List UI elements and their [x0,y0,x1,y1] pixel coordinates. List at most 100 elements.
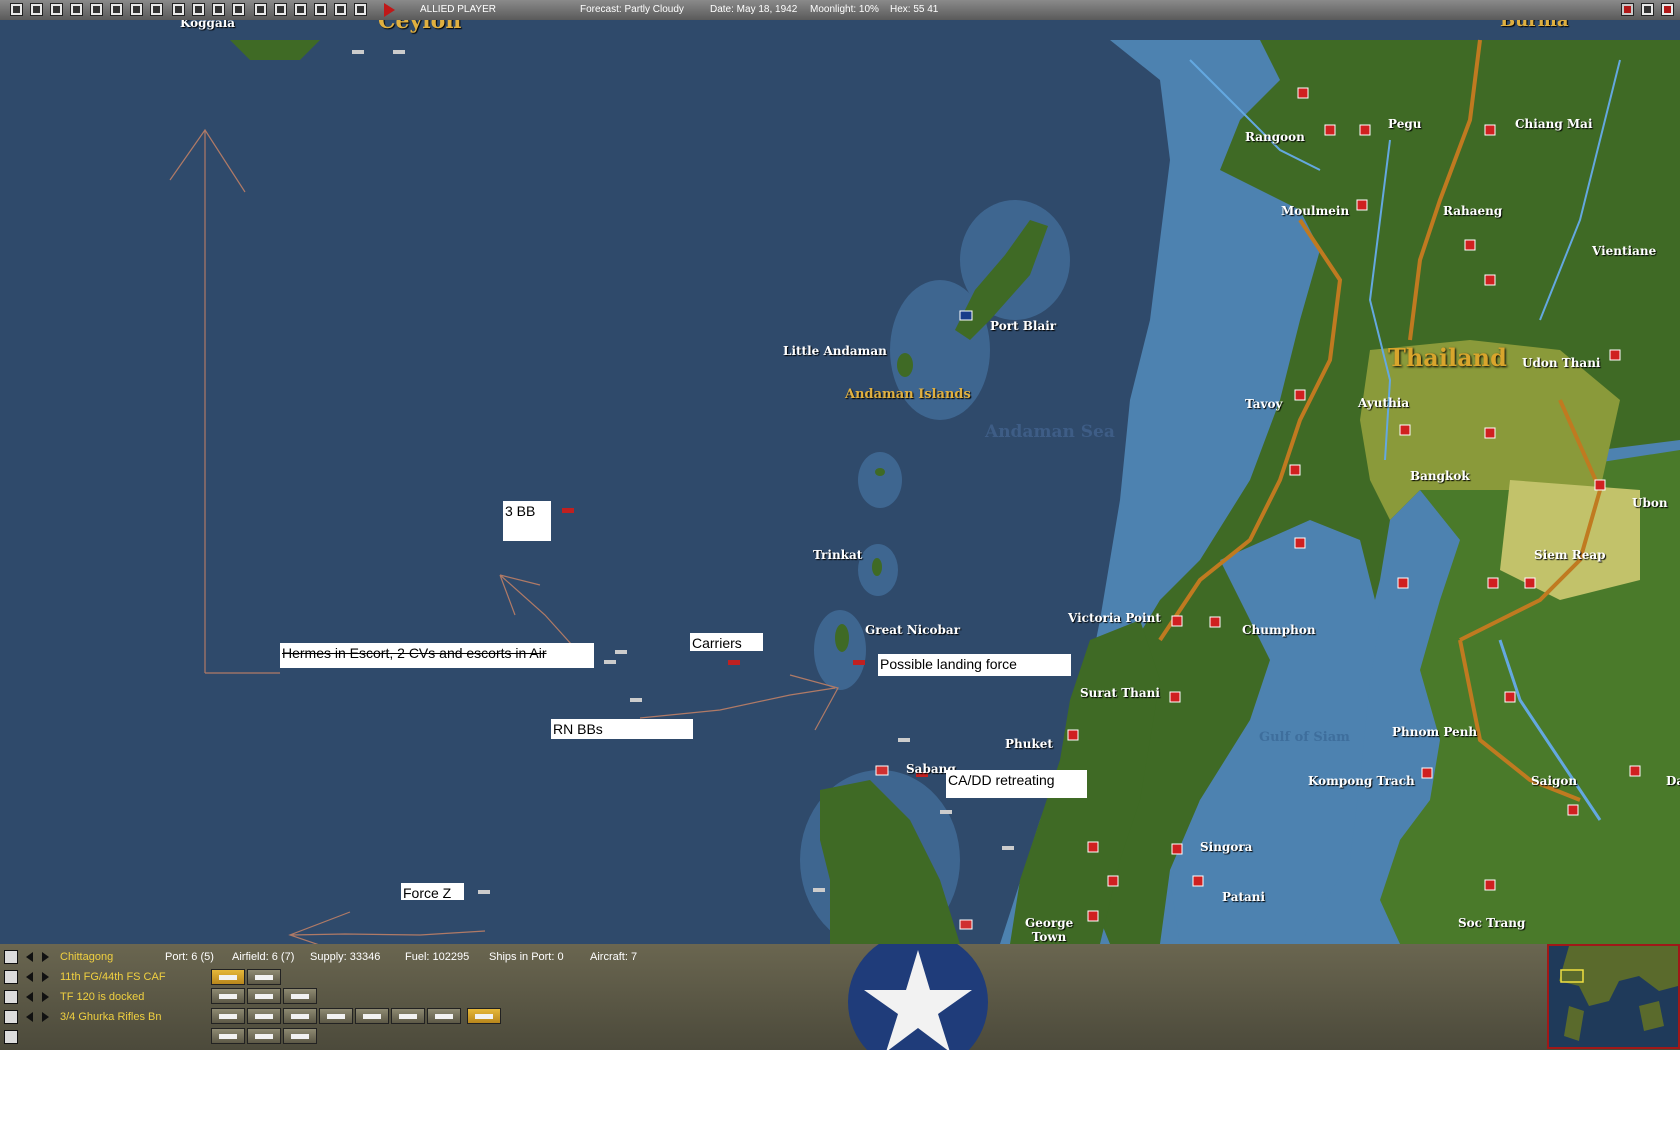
info-row-base[interactable]: Chittagong Port: 6 (5) Airfield: 6 (7) S… [0,948,650,966]
place-rangoon: Rangoon [1245,130,1305,144]
note-hermes: Hermes in Escort, 2 CVs and escorts in A… [280,643,594,668]
place-little-andaman: Little Andaman [783,344,887,358]
strategic-map[interactable]: Koggala Ceylon Burma Rangoon Pegu Chiang… [0,20,1680,944]
unit-button-2[interactable] [247,1008,281,1024]
unit-button-7[interactable] [427,1008,461,1024]
place-bangkok: Bangkok [1410,469,1470,483]
ship-button-2[interactable] [247,988,281,1004]
plane-icon [255,975,273,980]
note-text: 3 BB [505,503,536,519]
unit-icon [399,1014,417,1019]
toolbar-button-13[interactable] [254,3,267,16]
prev-arrow-icon[interactable] [26,972,33,982]
place-pegu: Pegu [1388,117,1422,131]
air-unit-name[interactable]: 11th FG/44th FS CAF [60,971,166,983]
close-button[interactable] [1661,3,1674,16]
place-soc-trang: Soc Trang [1458,916,1526,930]
place-chumphon: Chumphon [1242,623,1316,637]
ship-button-1[interactable] [211,988,245,1004]
ship-icon [255,994,273,999]
toolbar-button-7[interactable] [130,3,143,16]
tool-icon [93,6,100,13]
place-victoria-point: Victoria Point [1068,611,1161,625]
compact-button[interactable] [1641,3,1654,16]
place-moulmein: Moulmein [1281,204,1350,218]
ground-unit-name[interactable]: 3/4 Ghurka Rifles Bn [60,1011,162,1023]
place-siem-reap: Siem Reap [1534,548,1606,562]
plane-icon[interactable] [4,970,18,984]
base-name[interactable]: Chittagong [60,951,113,963]
info-row-air-unit[interactable]: 11th FG/44th FS CAF [0,968,650,986]
player-side: ALLIED PLAYER [420,4,496,15]
task-force-name[interactable]: TF 120 is docked [60,991,144,1003]
misc-button-2[interactable] [247,1028,281,1044]
tool-icon [195,6,202,13]
toolbar-button-8[interactable] [150,3,163,16]
minimap[interactable] [1547,944,1680,1049]
note-text: CA/DD retreating [948,772,1055,788]
recon-mission-button[interactable] [247,969,281,985]
prev-arrow-icon[interactable] [26,952,33,962]
toolbar-button-1[interactable] [10,3,23,16]
unit-button-1[interactable] [211,1008,245,1024]
note-possible-landing-force: Possible landing force [878,654,1071,676]
next-arrow-icon[interactable] [42,1012,49,1022]
tool-icon [317,6,324,13]
extra-command-icon[interactable] [4,1030,18,1044]
toolbar-button-4[interactable] [70,3,83,16]
end-turn-icon[interactable] [384,3,395,17]
unit-button-4[interactable] [319,1008,353,1024]
unit-button-8[interactable] [467,1008,501,1024]
toolbar-button-16[interactable] [314,3,327,16]
toolbar-button-5[interactable] [90,3,103,16]
unit-button-3[interactable] [283,1008,317,1024]
note-carriers: Carriers [690,633,763,651]
tool-icon [53,6,60,13]
fighter-mission-button[interactable] [211,969,245,985]
prev-arrow-icon[interactable] [26,992,33,1002]
toolbar-button-11[interactable] [212,3,225,16]
tool-icon [73,6,80,13]
toolbar-button-6[interactable] [110,3,123,16]
note-ca-dd-retreating: CA/DD retreating [946,770,1087,798]
place-phuket: Phuket [1005,737,1053,751]
next-arrow-icon[interactable] [42,992,49,1002]
note-force-z: Force Z [401,883,464,901]
next-arrow-icon[interactable] [42,972,49,982]
tool-icon [235,6,242,13]
window-icon [1644,6,1651,13]
unit-button-6[interactable] [391,1008,425,1024]
toolbar-button-14[interactable] [274,3,287,16]
toolbar-button-17[interactable] [334,3,347,16]
anchor-icon[interactable] [4,950,18,964]
unit-button-5[interactable] [355,1008,389,1024]
ship-button-3[interactable] [283,988,317,1004]
toolbar-button-2[interactable] [30,3,43,16]
toolbar-button-10[interactable] [192,3,205,16]
toolbar-button-9[interactable] [172,3,185,16]
tool-icon [277,6,284,13]
toolbar-button-18[interactable] [354,3,367,16]
ship-icon[interactable] [4,990,18,1004]
place-singora: Singora [1200,840,1253,854]
toolbar-button-12[interactable] [232,3,245,16]
flag-icon [1624,6,1631,13]
unit-icon [219,1014,237,1019]
info-row-task-force[interactable]: TF 120 is docked [0,988,650,1006]
note-text: Force Z [403,885,452,901]
ship-icon [291,994,309,999]
prev-arrow-icon[interactable] [26,1012,33,1022]
misc-button-1[interactable] [211,1028,245,1044]
misc-button-3[interactable] [283,1028,317,1044]
flag-icon[interactable] [4,1010,18,1024]
next-arrow-icon[interactable] [42,952,49,962]
place-thailand: Thailand [1388,343,1507,372]
note-text: Hermes in Escort, 2 CVs and escorts in A… [282,645,547,661]
flag-toggle-button[interactable] [1621,3,1634,16]
port-size: Port: 6 (5) [165,951,214,963]
place-rahaeng: Rahaeng [1443,204,1503,218]
toolbar-button-3[interactable] [50,3,63,16]
toolbar-button-15[interactable] [294,3,307,16]
place-udon-thani: Udon Thani [1522,356,1601,370]
place-george-town: George Town [1025,916,1074,944]
